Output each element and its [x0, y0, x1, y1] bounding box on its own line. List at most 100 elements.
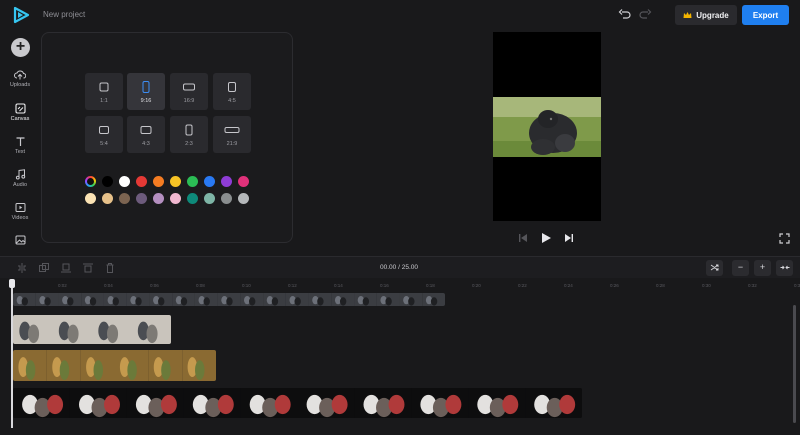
ruler-tick-label: 0:20: [472, 283, 481, 288]
canvas-icon: [14, 103, 26, 114]
video-icon: [15, 203, 25, 212]
square-ratio-icon: [99, 82, 109, 92]
ratio-21-9-button[interactable]: 21:9: [213, 116, 251, 153]
color-swatch[interactable]: [85, 193, 96, 204]
ruler-tick-label: 0:04: [104, 283, 113, 288]
upgrade-button[interactable]: Upgrade: [675, 5, 737, 25]
clip-thumbnail: [422, 293, 445, 306]
rail-item-uploads[interactable]: Uploads: [0, 70, 40, 100]
ratio-label: 16:9: [183, 98, 195, 104]
ruler-tick-label: 0:02: [58, 283, 67, 288]
skip-forward-icon[interactable]: [563, 232, 575, 244]
add-media-button[interactable]: +: [11, 38, 30, 57]
clip-thumbnail: [131, 315, 171, 344]
ratio-label: 4:3: [142, 141, 150, 147]
rail-item-audio[interactable]: Audio: [0, 169, 40, 199]
color-swatch[interactable]: [119, 193, 130, 204]
time-display: 00.00 / 25.00: [380, 264, 418, 271]
ratio-1-1-button[interactable]: 1:1: [85, 73, 123, 110]
color-swatch[interactable]: [187, 176, 198, 187]
color-swatch[interactable]: [204, 176, 215, 187]
rail-item-canvas[interactable]: Canvas: [0, 103, 40, 133]
color-swatch[interactable]: [204, 193, 215, 204]
color-swatch[interactable]: [136, 193, 147, 204]
ruler-tick-label: 0:26: [610, 283, 619, 288]
project-title[interactable]: New project: [43, 10, 85, 19]
color-swatch[interactable]: [187, 193, 198, 204]
canvas-settings-panel: 1:1 9:16 16:9 4:5 5:4 4:3 2:3 21:9: [41, 32, 293, 243]
clip-thumbnail: [13, 293, 36, 306]
preview-frame-gorilla: [493, 97, 601, 157]
arrows-inward-icon: [780, 265, 789, 270]
rail-item-videos[interactable]: Videos: [0, 202, 40, 232]
color-swatch[interactable]: [170, 176, 181, 187]
landscape-ratio-icon: [99, 126, 109, 134]
current-time: 00.00: [380, 264, 397, 271]
export-button[interactable]: Export: [742, 5, 789, 25]
ruler-tick-label: 0:30: [702, 283, 711, 288]
color-swatch[interactable]: [238, 176, 249, 187]
fit-timeline-button[interactable]: [706, 260, 723, 276]
clip-thumbnail: [148, 350, 183, 381]
clip-thumbnail: [149, 293, 173, 306]
color-swatch[interactable]: [102, 176, 113, 187]
clip-thumbnail: [308, 293, 332, 306]
side-rail: + Uploads Canvas Text Audio Videos: [0, 30, 40, 256]
redo-icon[interactable]: [638, 8, 652, 22]
app-logo-icon[interactable]: [12, 6, 30, 24]
monkey-video-track[interactable]: [13, 315, 171, 344]
collapse-button[interactable]: [776, 260, 793, 276]
color-swatch[interactable]: [153, 193, 164, 204]
app-window: New project Upgrade Export + Uploads Can…: [0, 0, 800, 435]
clip-thumbnail: [182, 350, 216, 381]
playhead-handle[interactable]: [9, 279, 15, 288]
ratio-label: 4:5: [228, 98, 236, 104]
ruler-tick-label: 0:14: [334, 283, 343, 288]
skip-back-icon[interactable]: [517, 232, 529, 244]
play-icon[interactable]: [540, 232, 552, 244]
duplicate-icon[interactable]: [38, 262, 50, 274]
color-swatch[interactable]: [221, 176, 232, 187]
color-picker-swatch[interactable]: [85, 176, 96, 187]
music-note-icon: [15, 169, 25, 180]
rail-label-audio: Audio: [12, 182, 28, 188]
ratio-4-3-button[interactable]: 4:3: [127, 116, 165, 153]
video-preview[interactable]: [493, 32, 601, 221]
rail-item-text[interactable]: Text: [0, 136, 40, 166]
gorilla-video-track[interactable]: [13, 293, 445, 306]
primate-group-video-track[interactable]: [13, 388, 582, 418]
color-swatch[interactable]: [170, 193, 181, 204]
ratio-9-16-button[interactable]: 9:16: [127, 73, 165, 110]
lion-video-track[interactable]: [13, 350, 216, 381]
timeline-ruler[interactable]: 00:020:040:060:080:100:120:140:160:180:2…: [0, 279, 800, 291]
ratio-label: 1:1: [100, 98, 108, 104]
color-swatch[interactable]: [136, 176, 147, 187]
playhead[interactable]: [11, 280, 13, 428]
split-icon[interactable]: [16, 262, 28, 274]
fullscreen-icon[interactable]: [779, 233, 790, 244]
ratio-5-4-button[interactable]: 5:4: [85, 116, 123, 153]
ratio-16-9-button[interactable]: 16:9: [170, 73, 208, 110]
clip-thumbnail: [240, 293, 264, 306]
align-top-icon[interactable]: [82, 262, 94, 274]
align-bottom-icon[interactable]: [60, 262, 72, 274]
clip-thumbnail: [194, 293, 218, 306]
zoom-out-button[interactable]: −: [732, 260, 749, 276]
ratio-4-5-button[interactable]: 4:5: [213, 73, 251, 110]
color-swatch[interactable]: [119, 176, 130, 187]
clip-thumbnail: [114, 350, 149, 381]
color-swatch[interactable]: [153, 176, 164, 187]
ratio-2-3-button[interactable]: 2:3: [170, 116, 208, 153]
zoom-in-button[interactable]: +: [754, 260, 771, 276]
delete-icon[interactable]: [104, 262, 116, 274]
timeline-toolbar: 00.00 / 25.00 − +: [0, 256, 800, 278]
undo-icon[interactable]: [618, 8, 632, 22]
timeline-scrollbar[interactable]: [793, 305, 796, 423]
clip-thumbnail: [92, 315, 132, 344]
color-swatch[interactable]: [221, 193, 232, 204]
color-swatch[interactable]: [238, 193, 249, 204]
clip-thumbnail: [58, 293, 82, 306]
portrait-ratio-icon: [142, 81, 150, 93]
color-swatch[interactable]: [102, 193, 113, 204]
clip-thumbnail: [240, 388, 298, 418]
